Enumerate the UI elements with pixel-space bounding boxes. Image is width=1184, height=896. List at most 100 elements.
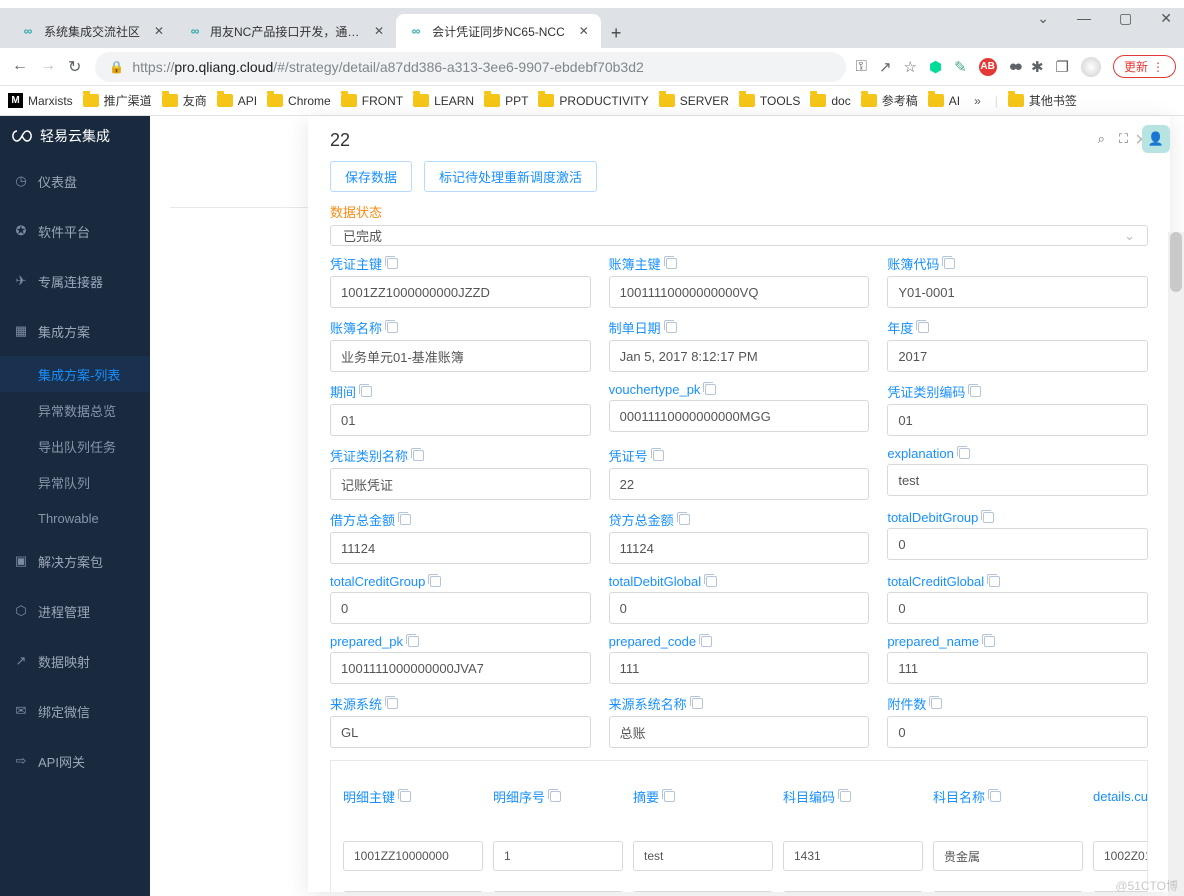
bookmark-folder[interactable]: AI	[928, 94, 960, 108]
copy-icon[interactable]	[679, 514, 690, 525]
bookmark-folder[interactable]: PRODUCTIVITY	[538, 94, 648, 108]
copy-icon[interactable]	[653, 450, 664, 461]
side-panel-icon[interactable]: ❐	[1056, 58, 1069, 76]
field-input[interactable]	[609, 276, 870, 308]
sidebar-item-solution[interactable]: ▣解决方案包	[0, 536, 150, 586]
field-input[interactable]	[330, 592, 591, 624]
field-input[interactable]	[609, 592, 870, 624]
search-icon[interactable]: ⌕	[1098, 131, 1105, 147]
minimize-icon[interactable]: —	[1077, 10, 1091, 27]
copy-icon[interactable]	[970, 386, 981, 397]
status-select[interactable]: 已完成 ⌄	[330, 225, 1148, 246]
sidebar-item-process[interactable]: ⬡进程管理	[0, 586, 150, 636]
field-input[interactable]	[887, 528, 1148, 560]
copy-icon[interactable]	[989, 576, 1000, 587]
reload-button[interactable]: ↻	[68, 57, 81, 77]
field-input[interactable]	[609, 468, 870, 500]
copy-icon[interactable]	[705, 384, 716, 395]
detail-cell-input[interactable]	[783, 841, 923, 871]
tab-close-icon[interactable]: ✕	[374, 24, 384, 38]
copy-icon[interactable]	[413, 450, 424, 461]
detail-cell-input[interactable]	[343, 841, 483, 871]
tab-close-icon[interactable]: ✕	[154, 24, 164, 38]
sidebar-item-connector[interactable]: ✈专属连接器	[0, 256, 150, 306]
extension-icon[interactable]: ● ●	[1009, 58, 1019, 75]
field-input[interactable]	[887, 276, 1148, 308]
sidebar-sub-error-overview[interactable]: 异常数据总览	[0, 392, 150, 428]
sidebar-sub-throwable[interactable]: Throwable	[0, 500, 150, 536]
bookmark-star-icon[interactable]: ☆	[904, 58, 917, 76]
extension-icon[interactable]: ⬢	[929, 58, 942, 76]
copy-icon[interactable]	[387, 322, 398, 333]
maximize-icon[interactable]: ▢	[1119, 10, 1132, 27]
field-input[interactable]	[887, 652, 1148, 684]
win-dropdown-icon[interactable]: ⌄	[1037, 10, 1049, 27]
detail-cell-input[interactable]	[783, 891, 923, 892]
copy-icon[interactable]	[918, 322, 929, 333]
bookmark-folder[interactable]: SERVER	[659, 94, 729, 108]
sidebar-sub-plan-list[interactable]: 集成方案-列表	[0, 356, 150, 392]
detail-cell-input[interactable]	[633, 841, 773, 871]
bookmark-folder[interactable]: 推广渠道	[83, 92, 152, 109]
field-input[interactable]	[330, 652, 591, 684]
bookmark-folder[interactable]: API	[217, 94, 257, 108]
field-input[interactable]	[609, 716, 870, 748]
detail-cell-input[interactable]	[933, 891, 1083, 892]
field-input[interactable]	[330, 468, 591, 500]
save-data-button[interactable]: 保存数据	[330, 161, 412, 192]
copy-icon[interactable]	[430, 576, 441, 587]
field-input[interactable]	[887, 464, 1148, 496]
sidebar-sub-error-queue[interactable]: 异常队列	[0, 464, 150, 500]
sidebar-item-dashboard[interactable]: ◷仪表盘	[0, 156, 150, 206]
copy-icon[interactable]	[387, 258, 398, 269]
bookmark-folder[interactable]: 友商	[162, 92, 207, 109]
bookmark-item[interactable]: MMarxists	[8, 93, 73, 108]
browser-tab-1[interactable]: ∞ 系统集成交流社区 ✕	[8, 14, 176, 48]
copy-icon[interactable]	[666, 258, 677, 269]
extension-icon[interactable]: ✎	[954, 58, 967, 76]
bookmark-folder[interactable]: PPT	[484, 94, 528, 108]
field-input[interactable]	[609, 652, 870, 684]
detail-cell-input[interactable]	[493, 891, 623, 892]
new-tab-button[interactable]: +	[601, 19, 632, 48]
mark-pending-button[interactable]: 标记待处理重新调度激活	[424, 161, 597, 192]
field-input[interactable]	[330, 340, 591, 372]
bookmark-folder[interactable]: FRONT	[341, 94, 403, 108]
copy-icon[interactable]	[983, 512, 994, 523]
scrollbar-thumb[interactable]	[1170, 232, 1182, 292]
detail-cell-input[interactable]	[1093, 841, 1148, 871]
copy-icon[interactable]	[931, 698, 942, 709]
update-button[interactable]: 更新⋮	[1113, 55, 1176, 78]
field-input[interactable]	[887, 340, 1148, 372]
field-input[interactable]	[330, 276, 591, 308]
copy-icon[interactable]	[408, 636, 419, 647]
field-input[interactable]	[609, 400, 870, 432]
copy-icon[interactable]	[664, 791, 675, 802]
bookmark-folder[interactable]: Chrome	[267, 94, 331, 108]
bookmark-folder[interactable]: 参考稿	[861, 92, 918, 109]
copy-icon[interactable]	[706, 576, 717, 587]
vertical-scrollbar[interactable]	[1168, 232, 1184, 896]
sidebar-item-integration[interactable]: ▦集成方案	[0, 306, 150, 356]
copy-icon[interactable]	[944, 258, 955, 269]
field-input[interactable]	[887, 404, 1148, 436]
bookmark-overflow-icon[interactable]: »	[970, 94, 985, 108]
profile-avatar-icon[interactable]	[1081, 57, 1101, 77]
sidebar-item-wechat[interactable]: ✉绑定微信	[0, 686, 150, 736]
bookmark-folder[interactable]: doc	[810, 94, 850, 108]
sidebar-item-platform[interactable]: ✪软件平台	[0, 206, 150, 256]
copy-icon[interactable]	[840, 791, 851, 802]
adblock-icon[interactable]: AB	[979, 58, 997, 76]
copy-icon[interactable]	[984, 636, 995, 647]
copy-icon[interactable]	[550, 791, 561, 802]
bookmark-folder[interactable]: LEARN	[413, 94, 474, 108]
back-button[interactable]: ←	[12, 57, 28, 77]
copy-icon[interactable]	[400, 514, 411, 525]
close-window-icon[interactable]: ✕	[1160, 10, 1172, 27]
extensions-puzzle-icon[interactable]: ✱	[1031, 58, 1044, 76]
password-key-icon[interactable]: ⚿	[856, 58, 867, 75]
copy-icon[interactable]	[959, 448, 970, 459]
copy-icon[interactable]	[692, 698, 703, 709]
detail-cell-input[interactable]	[633, 891, 773, 892]
field-input[interactable]	[887, 716, 1148, 748]
